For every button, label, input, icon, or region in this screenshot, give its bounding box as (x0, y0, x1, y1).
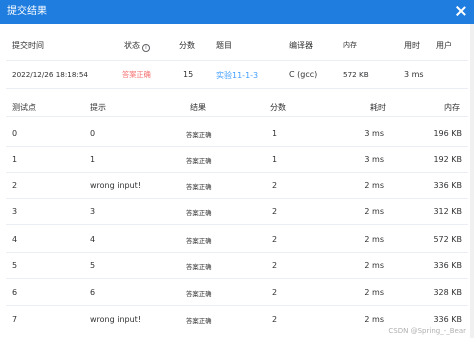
test-memory: 328 KB (433, 288, 462, 297)
test-id: 1 (12, 155, 18, 164)
test-score: 1 (272, 129, 278, 138)
submission-memory: 572 KB (343, 70, 369, 79)
test-memory: 336 KB (433, 315, 462, 324)
test-hint: 4 (90, 235, 96, 244)
submission-score-header: 分数 (179, 41, 195, 50)
test-result: 答案正确 (186, 131, 212, 139)
test-result-header: 结果 (190, 103, 206, 112)
submission-user-header: 用户 (436, 41, 452, 50)
test-score: 2 (272, 261, 278, 270)
test-score: 2 (272, 181, 278, 190)
test-result: 答案正确 (186, 183, 212, 191)
submission-time-used: 3 ms (404, 70, 424, 79)
submission-memory-header: 内存 (343, 41, 357, 49)
test-result: 答案正确 (186, 263, 212, 271)
table-row: 4 4 答案正确 2 2 ms 572 KB (0, 226, 474, 252)
divider (6, 116, 468, 117)
test-result: 答案正确 (186, 237, 212, 245)
test-hint: 0 (90, 129, 96, 138)
test-id: 2 (12, 181, 18, 190)
divider (6, 224, 468, 225)
divider (6, 88, 468, 89)
test-id: 3 (12, 207, 18, 216)
test-time: 2 ms (364, 288, 384, 297)
test-time-header: 耗时 (370, 103, 386, 112)
test-time: 2 ms (364, 181, 384, 190)
test-time: 3 ms (364, 155, 384, 164)
table-row: 1 1 答案正确 1 3 ms 192 KB (0, 146, 474, 172)
watermark: CSDN @Spring_-_Bear (388, 327, 466, 335)
test-result: 答案正确 (186, 317, 212, 325)
info-icon[interactable]: i (142, 44, 150, 52)
test-id-header: 测试点 (12, 103, 36, 112)
test-score: 2 (272, 315, 278, 324)
submission-status-header: 状态 i (124, 40, 150, 52)
submission-problem-header: 题目 (216, 41, 232, 50)
test-id: 5 (12, 261, 18, 270)
divider (6, 60, 468, 61)
submission-time-header: 提交时间 (12, 41, 44, 50)
submission-problem-link[interactable]: 实验11-1-3 (216, 70, 258, 81)
test-id: 0 (12, 129, 18, 138)
submission-time: 2022/12/26 18:18:54 (12, 70, 88, 79)
test-result: 答案正确 (186, 209, 212, 217)
test-hint: 5 (90, 261, 96, 270)
submission-compiler: C (gcc) (289, 70, 318, 79)
test-score: 2 (272, 288, 278, 297)
test-memory: 312 KB (433, 207, 462, 216)
test-memory-header: 内存 (444, 103, 460, 112)
test-hint: 1 (90, 155, 96, 164)
status-header-label: 状态 (124, 41, 140, 50)
table-row: 2 wrong input! 答案正确 2 2 ms 336 KB (0, 172, 474, 198)
test-time: 2 ms (364, 261, 384, 270)
test-time: 2 ms (364, 315, 384, 324)
test-time: 2 ms (364, 207, 384, 216)
submission-time-used-header: 用时 (404, 41, 420, 50)
test-score: 2 (272, 207, 278, 216)
submission-status: 答案正确 (122, 70, 151, 79)
test-id: 4 (12, 235, 18, 244)
test-hint-header: 提示 (90, 103, 106, 112)
table-row: 3 3 答案正确 2 2 ms 312 KB (0, 198, 474, 224)
test-memory: 192 KB (433, 155, 462, 164)
dialog-header: 提交结果 (0, 0, 474, 24)
test-result: 答案正确 (186, 290, 212, 298)
test-score: 1 (272, 155, 278, 164)
close-icon[interactable] (454, 4, 468, 18)
test-id: 6 (12, 288, 18, 297)
test-hint: wrong input! (90, 181, 142, 190)
dialog-title: 提交结果 (7, 6, 47, 17)
test-score: 2 (272, 235, 278, 244)
test-id: 7 (12, 315, 18, 324)
test-memory: 196 KB (433, 129, 462, 138)
test-memory: 336 KB (433, 261, 462, 270)
test-hint: 3 (90, 207, 96, 216)
scrollbar[interactable] (470, 24, 474, 338)
test-time: 3 ms (364, 129, 384, 138)
test-hint: 6 (90, 288, 96, 297)
table-row: 5 5 答案正确 2 2 ms 336 KB (0, 252, 474, 278)
table-row: 0 0 答案正确 1 3 ms 196 KB (0, 120, 474, 146)
test-time: 2 ms (364, 235, 384, 244)
test-hint: wrong input! (90, 315, 142, 324)
table-row: 6 6 答案正确 2 2 ms 328 KB (0, 279, 474, 305)
test-memory: 572 KB (433, 235, 462, 244)
test-memory: 336 KB (433, 181, 462, 190)
submission-score: 15 (183, 70, 194, 79)
test-result: 答案正确 (186, 157, 212, 165)
submission-compiler-header: 编译器 (289, 41, 313, 50)
test-score-header: 分数 (270, 103, 286, 112)
